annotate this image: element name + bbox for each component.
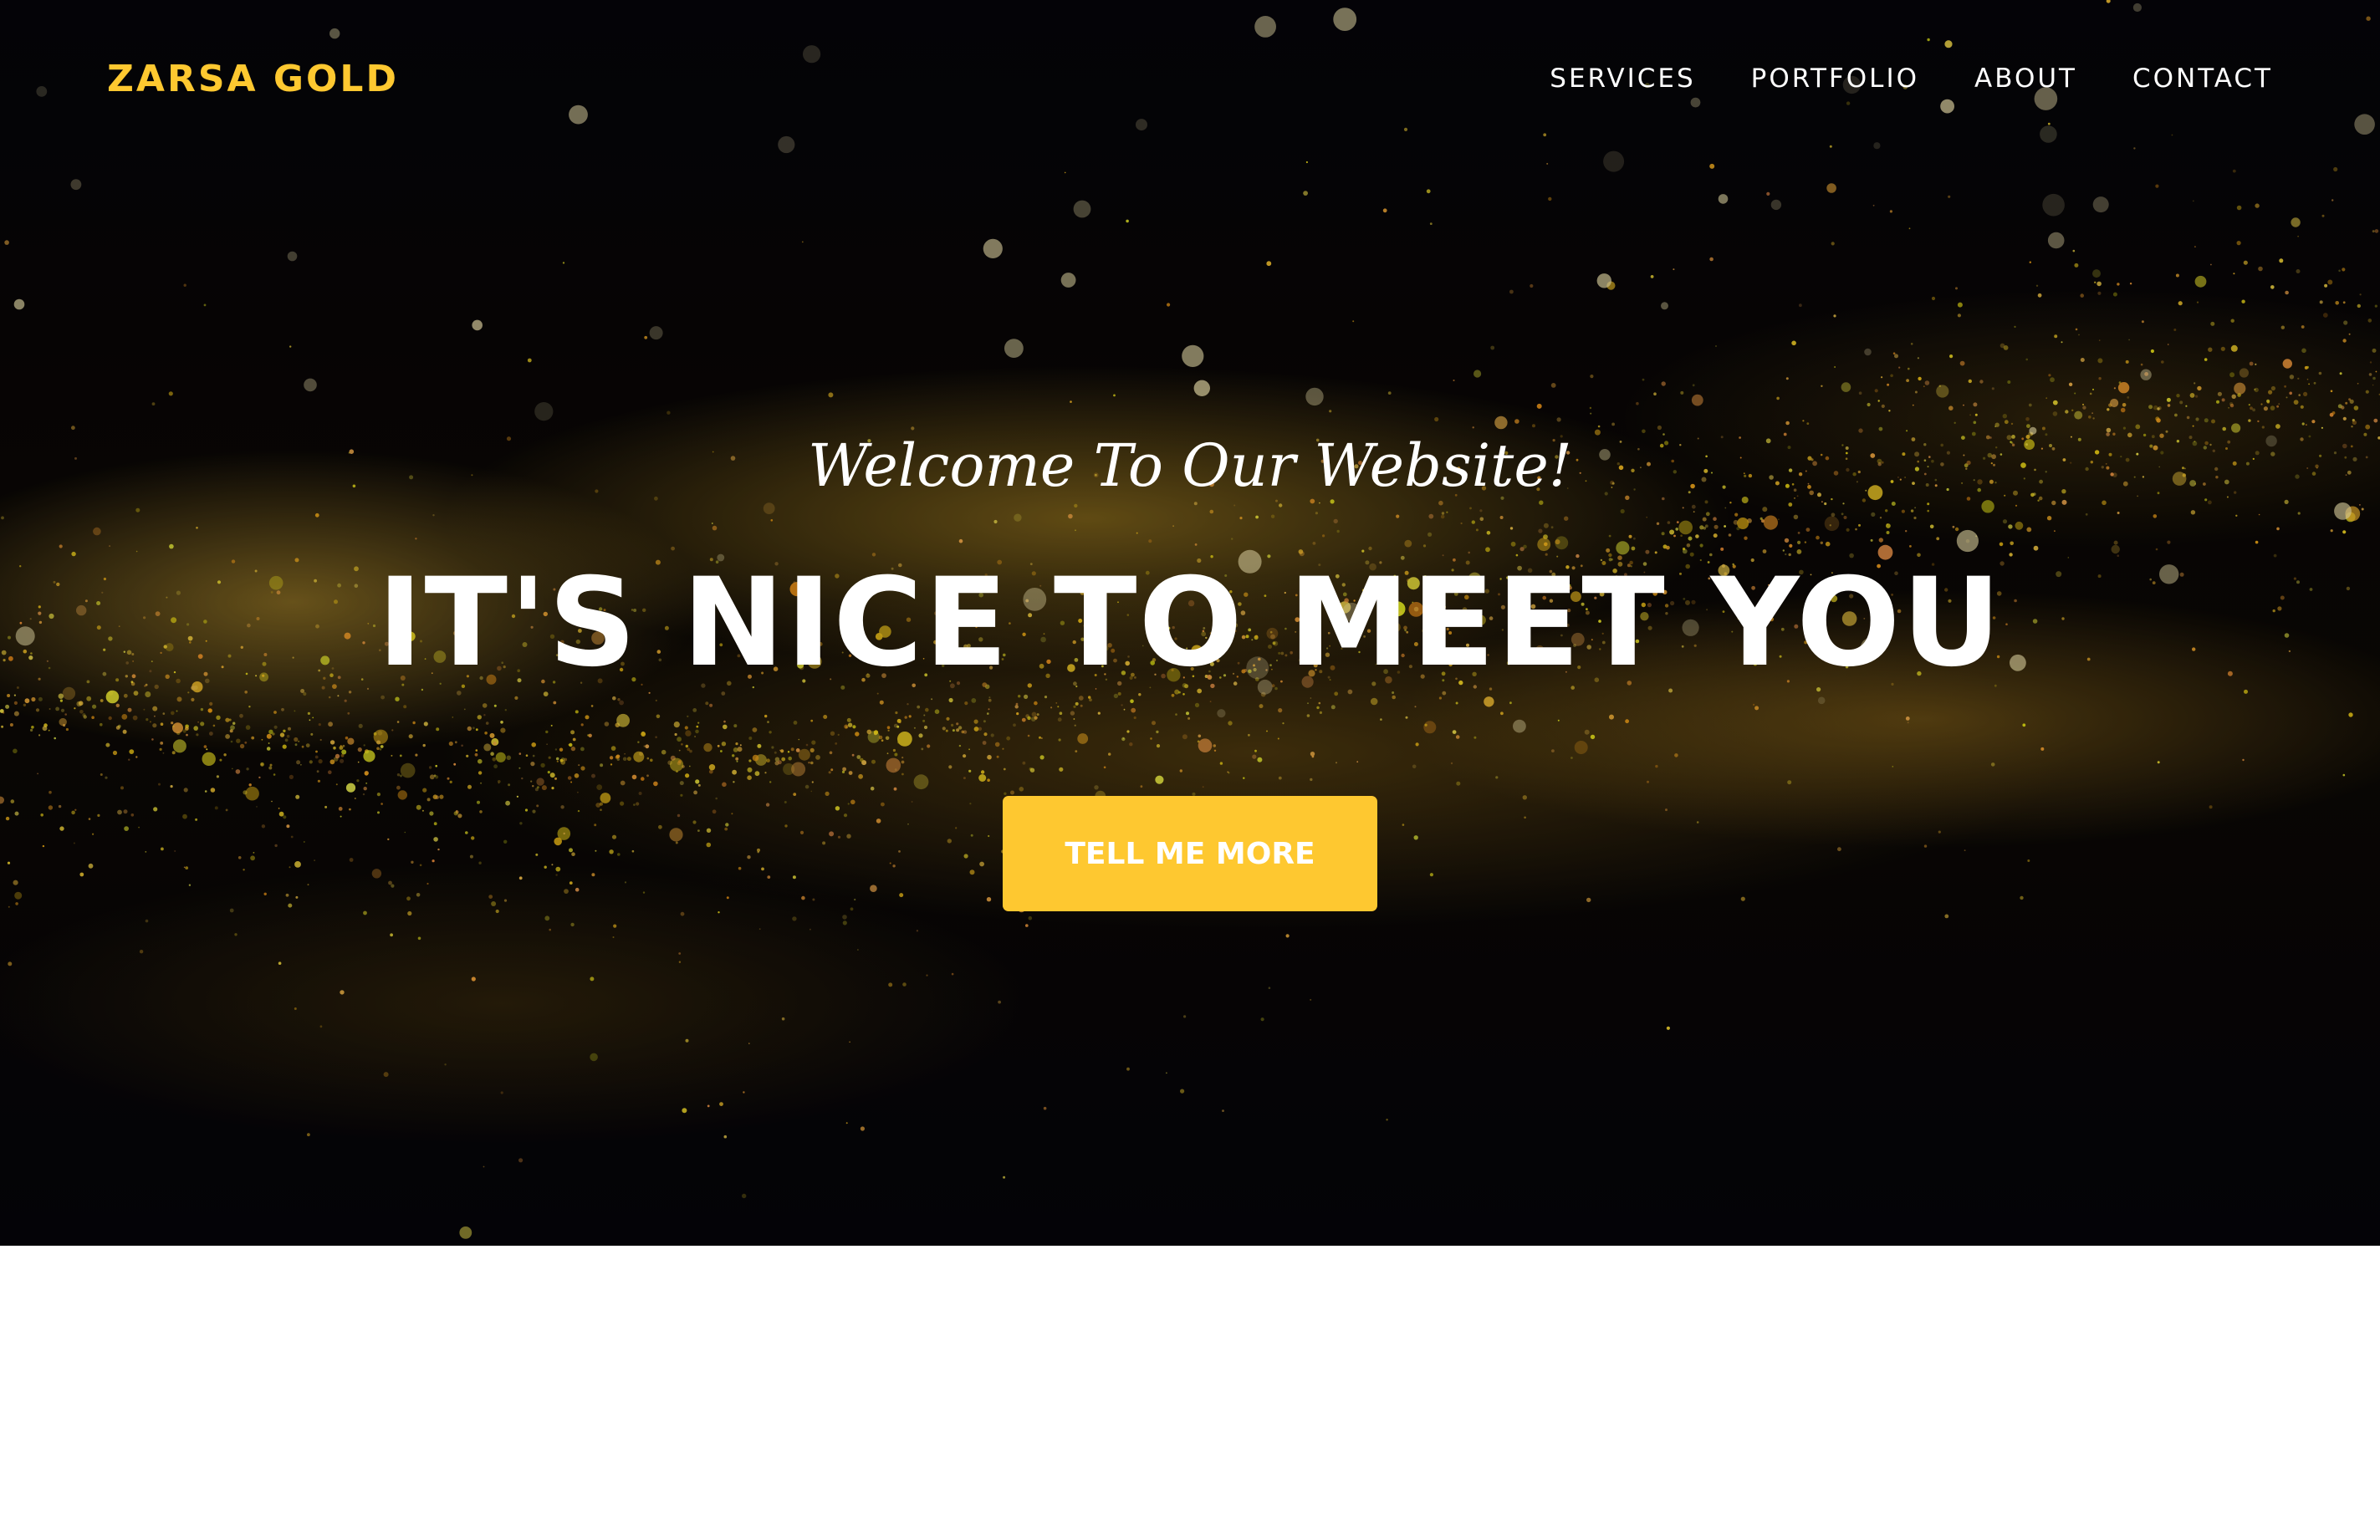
brand-logo-link[interactable]: ZARSA GOLD [107,58,399,100]
main-navbar: ZARSA GOLD SERVICES PORTFOLIO ABOUT CONT… [0,0,2380,157]
tell-me-more-button[interactable]: TELL ME MORE [1003,796,1377,911]
hero-subheading: Welcome To Our Website! [808,431,1572,500]
nav-links: SERVICES PORTFOLIO ABOUT CONTACT [1550,64,2273,94]
nav-item-about: ABOUT [1974,64,2077,94]
nav-item-services: SERVICES [1550,64,1695,94]
nav-link-services[interactable]: SERVICES [1550,64,1695,94]
nav-link-portfolio[interactable]: PORTFOLIO [1751,64,1919,94]
nav-link-about[interactable]: ABOUT [1974,64,2077,94]
nav-item-contact: CONTACT [2132,64,2273,94]
nav-item-portfolio: PORTFOLIO [1751,64,1919,94]
hero-heading: IT'S NICE TO MEET YOU [377,552,2003,694]
nav-link-contact[interactable]: CONTACT [2132,64,2273,94]
hero-section: ZARSA GOLD SERVICES PORTFOLIO ABOUT CONT… [0,0,2380,1246]
hero-content: Welcome To Our Website! IT'S NICE TO MEE… [0,0,2380,1246]
